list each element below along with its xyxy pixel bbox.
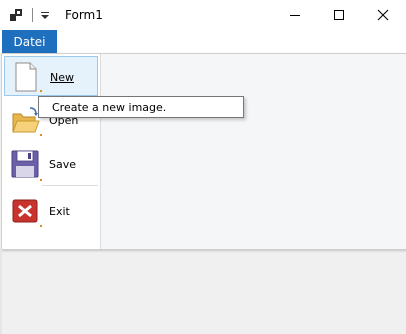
title-bar: Form1 <box>0 0 406 30</box>
new-document-icon <box>15 62 37 92</box>
maximize-button[interactable] <box>316 0 362 30</box>
tab-file[interactable]: Datei <box>2 30 57 53</box>
menu-item-exit-label: Exit <box>49 205 70 218</box>
accent-dot <box>40 90 42 92</box>
title-separator <box>32 8 33 22</box>
menu-item-exit[interactable]: Exit <box>4 191 98 231</box>
accent-dot <box>40 225 42 227</box>
accent-dot <box>40 179 42 181</box>
ribbon-tab-strip <box>0 30 406 54</box>
open-folder-icon <box>12 107 40 133</box>
window-edge <box>0 249 2 334</box>
menu-item-new[interactable]: New <box>4 56 98 96</box>
tooltip: Create a new image. <box>38 96 244 118</box>
app-icon <box>10 9 22 21</box>
save-floppy-icon <box>11 150 39 178</box>
menu-item-save[interactable]: Save <box>4 144 98 184</box>
application-menu-items: New Open Save Exit <box>2 54 101 249</box>
menu-item-new-label: New <box>50 71 74 84</box>
quick-access-customize-icon[interactable] <box>38 7 52 23</box>
minimize-icon <box>290 15 300 16</box>
accent-dot <box>40 134 42 136</box>
window-title: Form1 <box>65 8 103 22</box>
menu-item-save-label: Save <box>49 158 77 171</box>
application-menu: New Open Save Exit <box>1 53 406 250</box>
exit-icon <box>12 199 38 223</box>
menu-divider <box>42 185 98 186</box>
maximize-icon <box>334 10 344 20</box>
close-icon <box>377 9 389 21</box>
minimize-button[interactable] <box>272 0 318 30</box>
close-button[interactable] <box>360 0 406 30</box>
